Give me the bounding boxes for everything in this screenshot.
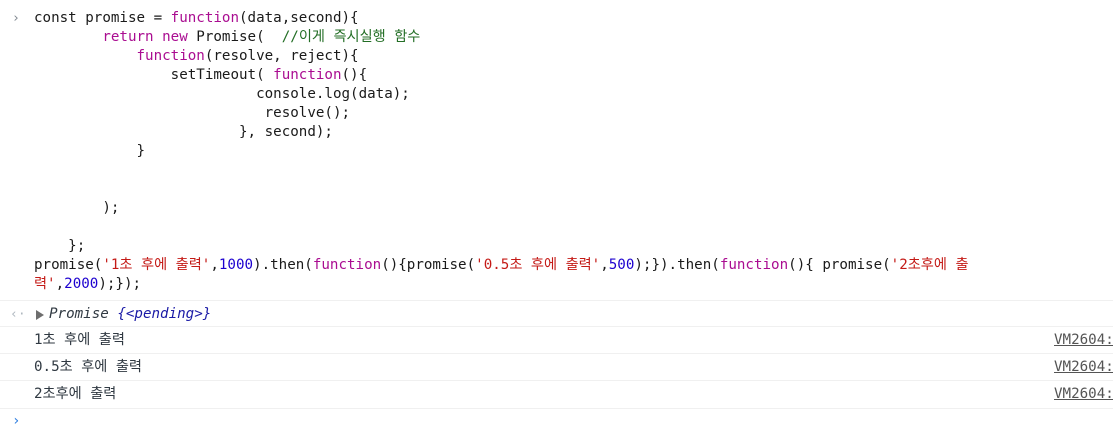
code-line: setTimeout( function(){ — [34, 66, 969, 85]
code-token-kw: function — [273, 67, 342, 83]
code-token-kw: return new — [102, 29, 188, 45]
expand-triangle-icon[interactable] — [36, 310, 44, 320]
devtools-console: › const promise = function(data,second){… — [0, 0, 1113, 436]
code-block[interactable]: const promise = function(data,second){ r… — [34, 9, 969, 294]
code-line: promise('1초 후에 출력',1000).then(function()… — [34, 256, 969, 275]
code-token: Promise( — [187, 29, 282, 45]
code-token-num: 1000 — [218, 257, 254, 273]
code-line: ); — [34, 199, 969, 218]
console-prompt-row[interactable]: › — [0, 408, 1113, 436]
code-token: promise( — [34, 257, 103, 273]
promise-state-label: {<pending>} — [117, 306, 212, 322]
code-token: (){promise( — [381, 257, 476, 273]
result-arrow-icon: ‹· — [10, 307, 26, 322]
code-token: (resolve, reject){ — [204, 48, 359, 64]
console-prompt-chevron-icon: › — [12, 413, 21, 429]
code-token: resolve(); — [34, 105, 351, 121]
code-token: , — [55, 276, 65, 292]
code-token: );}); — [98, 276, 142, 292]
log-message: 0.5초 후에 출력 — [34, 359, 142, 375]
log-row: 2초후에 출력 VM2604: — [0, 380, 1113, 408]
log-row: 0.5초 후에 출력 VM2604: — [0, 353, 1113, 380]
code-token: }, second); — [34, 124, 333, 140]
code-line: resolve(); — [34, 104, 969, 123]
code-token: (){ promise( — [788, 257, 891, 273]
code-token: }; — [34, 238, 86, 254]
code-token-str: 력' — [34, 276, 56, 292]
promise-result[interactable]: Promise {<pending>} — [49, 305, 211, 324]
code-token: } — [34, 143, 146, 159]
code-token: (){ — [341, 67, 368, 83]
code-token: ).then( — [253, 257, 313, 273]
code-line: const promise = function(data,second){ — [34, 9, 969, 28]
code-token: setTimeout( — [34, 67, 274, 83]
code-token-str: '0.5초 후에 출력' — [475, 257, 601, 273]
code-token-kw: function — [719, 257, 789, 273]
code-token-num: 500 — [608, 257, 635, 273]
console-input-entry: › const promise = function(data,second){… — [0, 0, 1113, 300]
log-row: 1초 후에 출력 VM2604: — [0, 326, 1113, 353]
code-line: }; — [34, 237, 969, 256]
code-token-num: 2000 — [64, 276, 99, 292]
code-token: , — [600, 257, 609, 273]
code-token-str: '2초후에 출 — [890, 257, 969, 273]
code-line: } — [34, 142, 969, 161]
input-prompt-chevron-icon: › — [12, 11, 20, 26]
log-source-link[interactable]: VM2604: — [1054, 385, 1113, 404]
log-source-link[interactable]: VM2604: — [1054, 331, 1113, 350]
code-line: return new Promise( //이게 즉시실행 함수 — [34, 28, 969, 47]
code-line: 력',2000);}); — [34, 275, 969, 294]
code-token-kw: function — [136, 48, 205, 64]
code-line: }, second); — [34, 123, 969, 142]
log-message: 1초 후에 출력 — [34, 332, 125, 348]
code-token-str: '1초 후에 출력' — [102, 257, 211, 273]
code-token: (data,second){ — [239, 10, 359, 26]
code-token: console.log(data); — [34, 86, 410, 102]
code-token: , — [210, 257, 219, 273]
code-line: console.log(data); — [34, 85, 969, 104]
log-message: 2초후에 출력 — [34, 386, 117, 402]
code-token: );}).then( — [634, 257, 720, 273]
result-row: ‹· Promise {<pending>} — [0, 300, 1113, 326]
code-token-kw: function — [170, 10, 240, 26]
code-token-kw: function — [312, 257, 382, 273]
log-source-link[interactable]: VM2604: — [1054, 358, 1113, 377]
code-token: ); — [34, 200, 120, 216]
code-token-cm: //이게 즉시실행 함수 — [281, 29, 421, 45]
code-token: const promise = — [34, 10, 171, 26]
promise-type-label: Promise — [49, 306, 109, 322]
code-line: function(resolve, reject){ — [34, 47, 969, 66]
